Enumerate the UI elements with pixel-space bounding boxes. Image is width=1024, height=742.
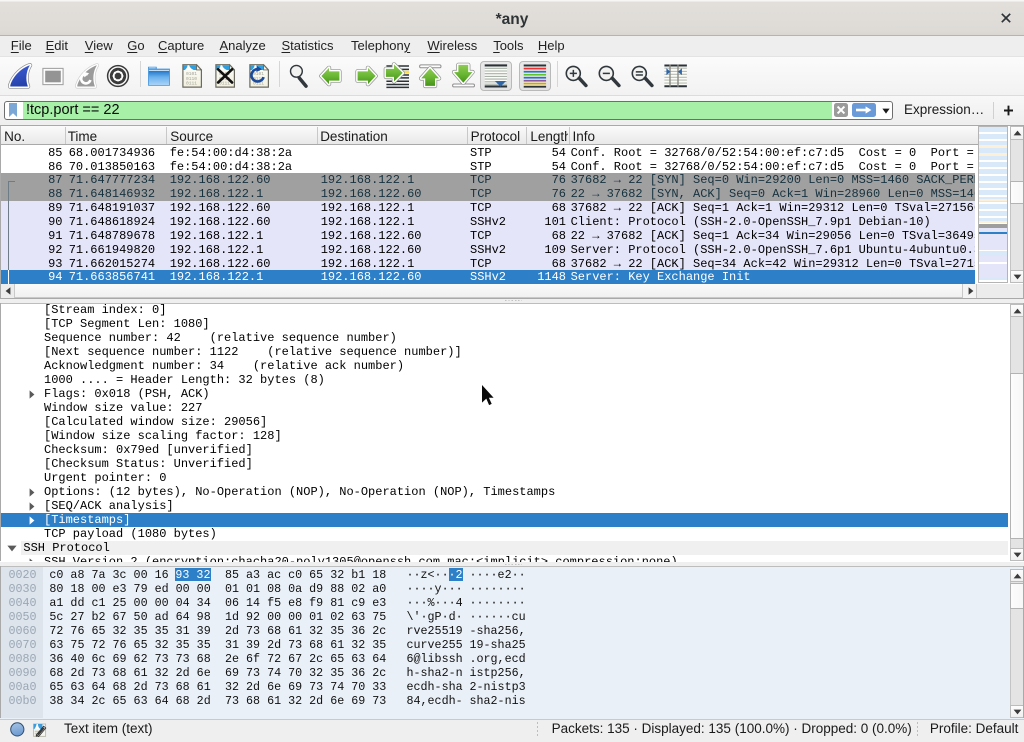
svg-text:0111: 0111 [186, 81, 197, 87]
